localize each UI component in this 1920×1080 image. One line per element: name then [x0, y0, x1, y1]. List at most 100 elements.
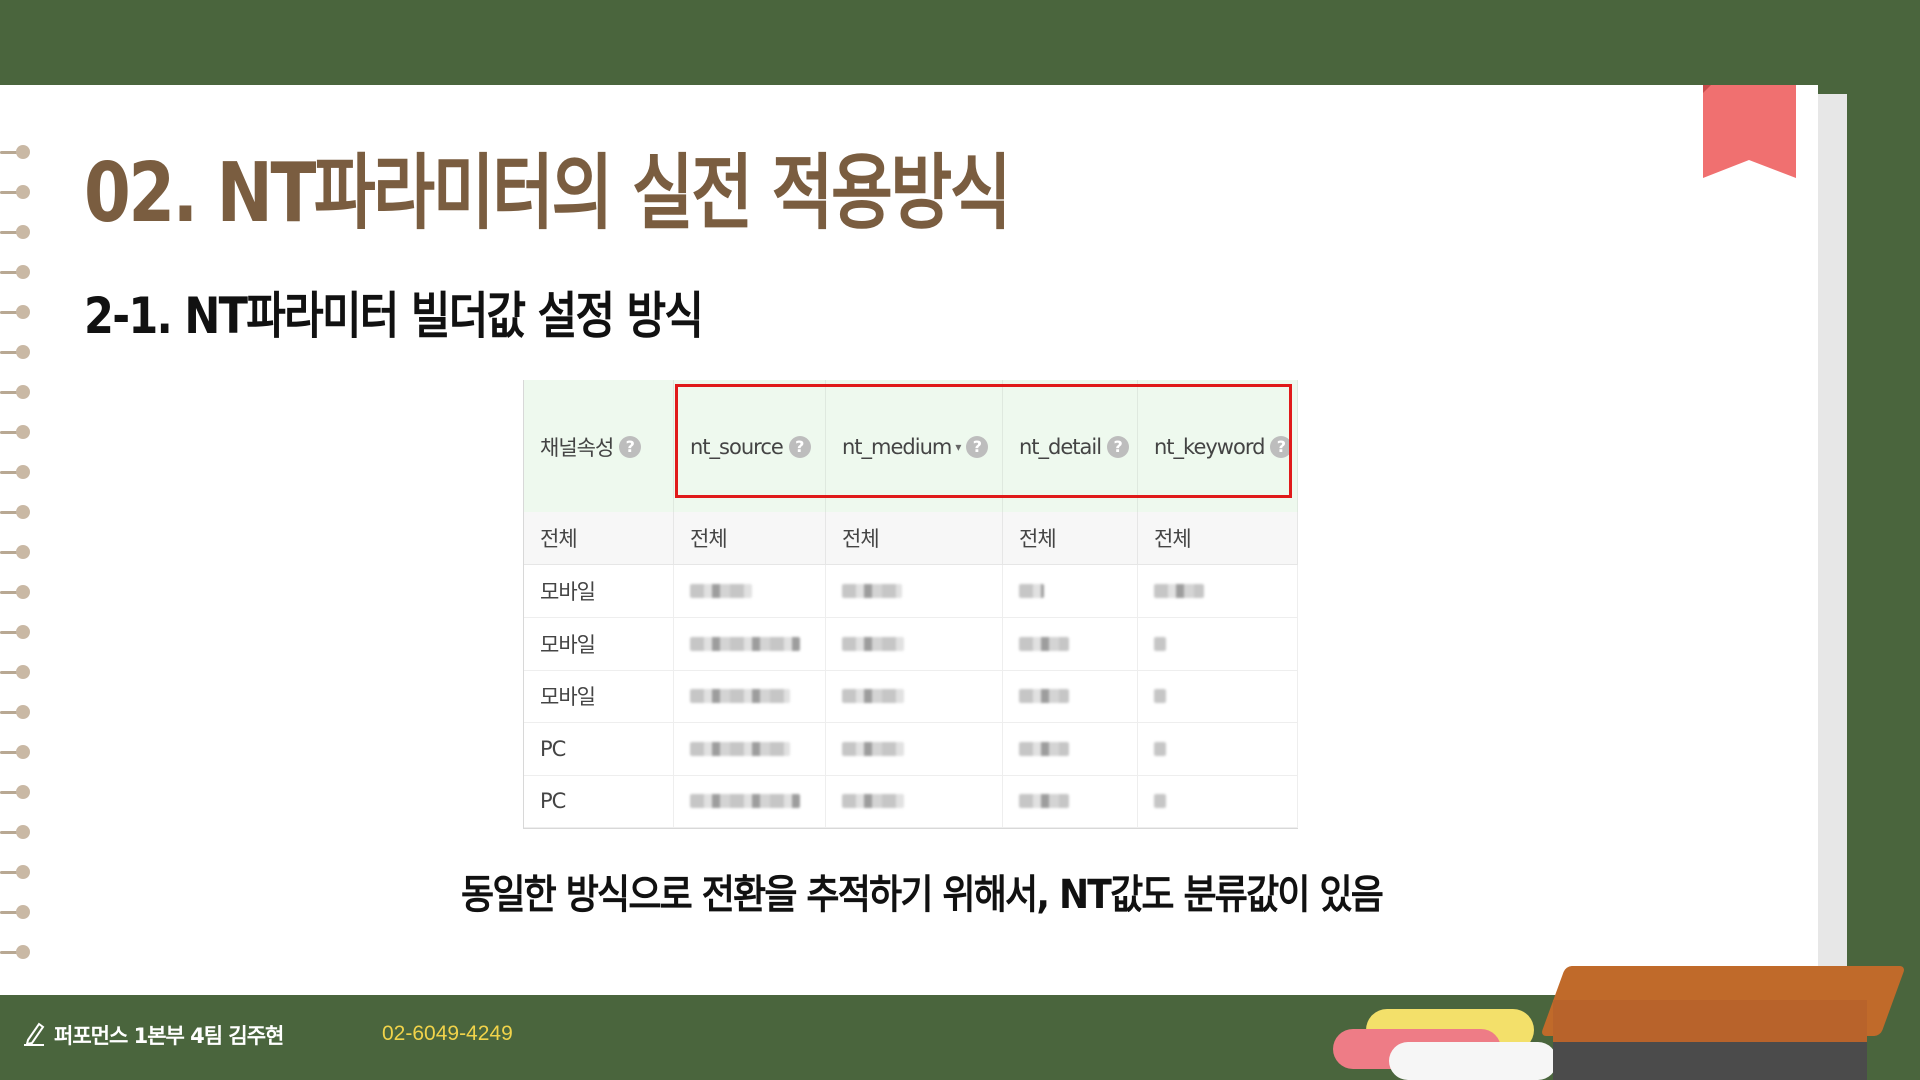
- eraser-base: [1553, 1040, 1867, 1080]
- table-cell: 전체: [826, 512, 1003, 564]
- redacted-value: [842, 741, 904, 756]
- table-row: PC: [524, 722, 1298, 776]
- parameter-table-screenshot: 채널속성 ? nt_source ? nt_medium ▾ ? nt_deta…: [523, 380, 1298, 829]
- help-icon[interactable]: ?: [1107, 436, 1130, 458]
- table-cell: [674, 775, 826, 827]
- ring-hole: [0, 745, 31, 759]
- ring-hole: [0, 305, 31, 319]
- table-cell: [826, 565, 1003, 617]
- table-cell: [1138, 722, 1298, 775]
- table-row: 모바일: [524, 617, 1298, 671]
- table-cell: PC: [524, 775, 674, 827]
- redacted-value: [842, 636, 904, 651]
- help-icon[interactable]: ?: [788, 436, 811, 458]
- redacted-value: [690, 584, 752, 598]
- ring-hole: [0, 945, 31, 959]
- ring-hole: [0, 825, 31, 839]
- header-label: nt_source: [690, 435, 784, 459]
- redacted-value: [1154, 794, 1166, 808]
- table-cell: 전체: [1138, 512, 1298, 564]
- table-cell: [674, 617, 826, 670]
- table-cell: 전체: [1003, 512, 1138, 564]
- ring-hole: [0, 705, 31, 719]
- table-cell: [1003, 670, 1138, 722]
- header-label: nt_medium: [842, 435, 952, 459]
- redacted-value: [1154, 636, 1166, 651]
- ring-hole: [0, 425, 31, 439]
- table-cell: [826, 670, 1003, 722]
- redacted-value: [842, 689, 904, 703]
- ring-hole: [0, 465, 31, 479]
- table-cell: [826, 775, 1003, 827]
- table-cell: 모바일: [524, 670, 674, 722]
- pencil-icon: [24, 1022, 45, 1046]
- ring-hole: [0, 905, 31, 919]
- redacted-value: [1154, 689, 1166, 703]
- table-cell: 전체: [674, 512, 826, 564]
- help-icon[interactable]: ?: [966, 436, 989, 458]
- slide-caption: 동일한 방식으로 전환을 추적하기 위해서, NT값도 분류값이 있음: [461, 872, 1384, 918]
- footer-author: 퍼포먼스 1본부 4팀 김주현: [54, 1024, 284, 1048]
- redacted-value: [690, 689, 790, 703]
- redacted-value: [842, 584, 902, 598]
- ring-hole: [0, 145, 31, 159]
- redacted-value: [1019, 741, 1069, 756]
- header-label: nt_keyword: [1154, 435, 1265, 459]
- ring-hole: [0, 265, 31, 279]
- help-icon[interactable]: ?: [619, 436, 642, 458]
- table-row: 모바일: [524, 565, 1298, 618]
- ring-hole: [0, 585, 31, 599]
- bookmark-icon: [1703, 85, 1796, 178]
- ring-hole: [0, 345, 31, 359]
- redacted-value: [690, 636, 800, 651]
- table-cell: [1138, 670, 1298, 722]
- table-cell: [1003, 722, 1138, 775]
- help-icon[interactable]: ?: [1270, 436, 1293, 458]
- table-cell: [1138, 565, 1298, 617]
- table-total-row: 전체 전체 전체 전체 전체: [524, 512, 1298, 565]
- header-channel: 채널속성 ?: [524, 380, 674, 512]
- redacted-value: [690, 741, 790, 756]
- redacted-value: [1019, 794, 1069, 808]
- header-nt-source: nt_source ?: [674, 380, 826, 512]
- ring-hole: [0, 185, 31, 199]
- table-cell: [1138, 617, 1298, 670]
- redacted-value: [1019, 636, 1069, 651]
- table-cell: [674, 670, 826, 722]
- table-cell: [1003, 565, 1138, 617]
- header-nt-medium[interactable]: nt_medium ▾ ?: [826, 380, 1003, 512]
- ring-hole: [0, 625, 31, 639]
- sort-caret-icon[interactable]: ▾: [955, 440, 961, 454]
- header-nt-detail: nt_detail ?: [1003, 380, 1138, 512]
- redacted-value: [1019, 689, 1069, 703]
- slide-subtitle: 2-1. NT파라미터 빌더값 설정 방식: [84, 287, 704, 345]
- header-nt-keyword: nt_keyword ?: [1138, 380, 1298, 512]
- footer-phone: 02-6049-4249: [382, 1022, 513, 1045]
- redacted-value: [1154, 584, 1204, 598]
- table-row: 모바일: [524, 670, 1298, 723]
- redacted-value: [1019, 584, 1044, 598]
- table-row: PC: [524, 775, 1298, 828]
- ring-hole: [0, 865, 31, 879]
- table-cell: [1138, 775, 1298, 827]
- table-cell: [826, 722, 1003, 775]
- ring-hole: [0, 665, 31, 679]
- header-label: 채널속성: [540, 436, 614, 460]
- redacted-value: [842, 794, 904, 808]
- table-cell: [674, 722, 826, 775]
- table-cell: 모바일: [524, 565, 674, 617]
- table-cell: 모바일: [524, 617, 674, 670]
- table-cell: [1003, 617, 1138, 670]
- redacted-value: [690, 794, 800, 808]
- table-header-row: 채널속성 ? nt_source ? nt_medium ▾ ? nt_deta…: [524, 380, 1298, 513]
- redacted-value: [1154, 741, 1166, 756]
- ring-hole: [0, 385, 31, 399]
- eraser-face: [1553, 1000, 1867, 1042]
- table-cell: [674, 565, 826, 617]
- ring-hole: [0, 545, 31, 559]
- ring-hole: [0, 505, 31, 519]
- header-label: nt_detail: [1019, 435, 1102, 459]
- ring-hole: [0, 785, 31, 799]
- slide-title: 02. NT파라미터의 실전 적용방식: [84, 146, 1012, 241]
- chalk-white: [1389, 1042, 1557, 1080]
